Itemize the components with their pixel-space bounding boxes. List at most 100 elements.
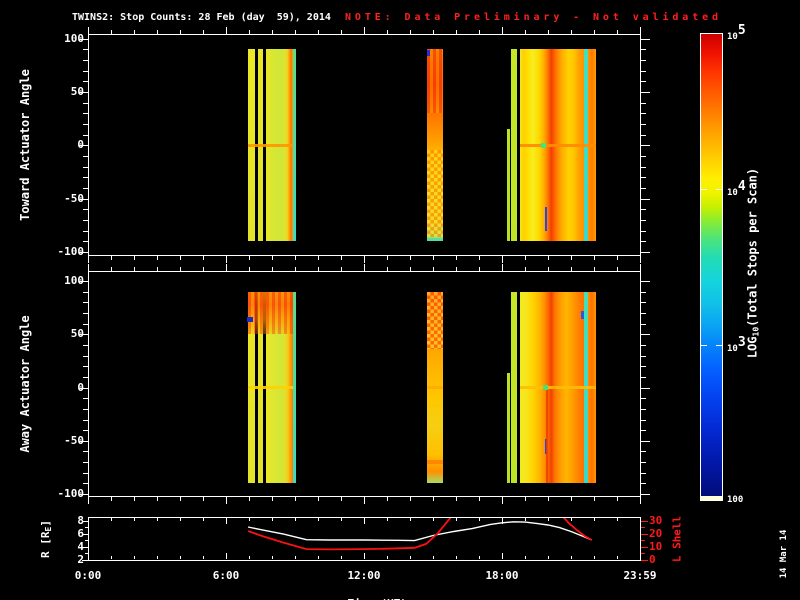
heatmap-hline bbox=[427, 237, 443, 241]
datestamp-text: 14 Mar 14 bbox=[779, 529, 789, 579]
x-tick bbox=[433, 256, 434, 260]
y-tick bbox=[641, 430, 646, 432]
x-tick bbox=[640, 256, 641, 263]
x-tick bbox=[318, 267, 319, 271]
r-tick bbox=[85, 527, 88, 528]
r-label-sub: E bbox=[44, 526, 53, 532]
y-tick bbox=[641, 451, 646, 453]
x-tick bbox=[410, 497, 411, 501]
l-tick bbox=[641, 546, 648, 548]
x-tick bbox=[433, 497, 434, 501]
x-tick bbox=[318, 497, 319, 501]
x-tick bbox=[571, 267, 572, 271]
colorbar-tick-base: 100 bbox=[727, 495, 744, 506]
x-tick bbox=[594, 267, 595, 271]
y-tick bbox=[83, 323, 88, 325]
x-tick bbox=[502, 27, 503, 34]
x-tick bbox=[180, 256, 181, 260]
x-tick bbox=[387, 267, 388, 271]
x-tick bbox=[617, 497, 618, 501]
x-tick bbox=[180, 267, 181, 271]
heatmap-spot bbox=[581, 311, 584, 320]
y-tick bbox=[641, 313, 646, 315]
plot-title: TWINS2: Stop Counts: 28 Feb (day 59), 20… bbox=[72, 12, 331, 23]
y-tick bbox=[641, 355, 646, 357]
x-tick bbox=[640, 497, 641, 504]
x-tick bbox=[479, 30, 480, 34]
y-tick bbox=[641, 376, 646, 378]
x-tick bbox=[318, 30, 319, 34]
x-tick bbox=[134, 497, 135, 501]
x-tick bbox=[387, 497, 388, 501]
y-label-away: Away Actuator Angle bbox=[18, 315, 32, 452]
colorbar-min-block bbox=[701, 496, 722, 500]
y-tick bbox=[83, 241, 88, 243]
x-tick bbox=[502, 497, 503, 504]
x-tick bbox=[272, 497, 273, 501]
y-tick bbox=[641, 113, 646, 115]
x-tick bbox=[364, 264, 365, 271]
heatmap-checker bbox=[427, 291, 443, 350]
x-tick bbox=[364, 256, 365, 263]
y-tick bbox=[79, 252, 88, 253]
y-tick bbox=[79, 281, 88, 283]
l-tick bbox=[641, 553, 645, 554]
x-tick bbox=[640, 27, 641, 34]
heatmap-hline bbox=[427, 386, 443, 390]
x-tick bbox=[111, 256, 112, 260]
x-tick bbox=[525, 256, 526, 260]
heatmap-hline bbox=[248, 143, 293, 147]
x-tick bbox=[226, 264, 227, 271]
y-tick bbox=[641, 145, 650, 147]
y-tick bbox=[641, 59, 646, 61]
colorbar-tick-exp: 5 bbox=[737, 23, 746, 38]
colorbar-tick-dash bbox=[701, 188, 707, 191]
x-tick bbox=[295, 256, 296, 260]
y-tick bbox=[79, 38, 88, 40]
colorbar-tick-label: 104 bbox=[727, 179, 746, 199]
y-tick bbox=[83, 408, 88, 410]
x-tick bbox=[318, 256, 319, 260]
y-tick bbox=[83, 49, 88, 51]
x-tick bbox=[226, 27, 227, 34]
x-tick bbox=[571, 497, 572, 501]
y-tick bbox=[641, 123, 646, 125]
x-tick bbox=[249, 497, 250, 501]
y-tick bbox=[83, 451, 88, 453]
x-tick bbox=[364, 27, 365, 34]
y-tick bbox=[641, 408, 646, 410]
x-tick bbox=[479, 256, 480, 260]
y-tick bbox=[641, 187, 646, 189]
x-tick bbox=[295, 497, 296, 501]
x-tick bbox=[111, 497, 112, 501]
heatmap-hline bbox=[427, 460, 443, 465]
x-tick bbox=[180, 497, 181, 501]
x-tick bbox=[88, 27, 89, 34]
colorbar bbox=[700, 33, 723, 501]
y-tick bbox=[83, 166, 88, 168]
x-tick bbox=[479, 267, 480, 271]
y-tick bbox=[83, 81, 88, 83]
x-tick bbox=[571, 256, 572, 260]
heatmap-hline bbox=[519, 143, 597, 147]
r-tick-label: 2 bbox=[77, 552, 84, 566]
y-tick bbox=[641, 155, 646, 157]
y-tick bbox=[641, 440, 650, 442]
y-tick bbox=[83, 483, 88, 485]
y-tick bbox=[641, 472, 646, 474]
y-tick bbox=[641, 198, 650, 200]
lshell-label-text: L Shell bbox=[670, 515, 684, 563]
heatmap-stripe bbox=[507, 129, 511, 242]
l-tick bbox=[641, 559, 648, 561]
y-tick bbox=[83, 355, 88, 357]
x-tick bbox=[548, 267, 549, 271]
y-tick bbox=[641, 366, 646, 368]
r-tick-label: 6 bbox=[77, 526, 84, 540]
x-tick bbox=[410, 256, 411, 260]
x-tick bbox=[157, 30, 158, 34]
y-tick bbox=[83, 187, 88, 189]
x-tick bbox=[295, 267, 296, 271]
y-tick bbox=[79, 440, 88, 442]
x-tick bbox=[203, 256, 204, 260]
heatmap-mottle bbox=[248, 291, 293, 335]
